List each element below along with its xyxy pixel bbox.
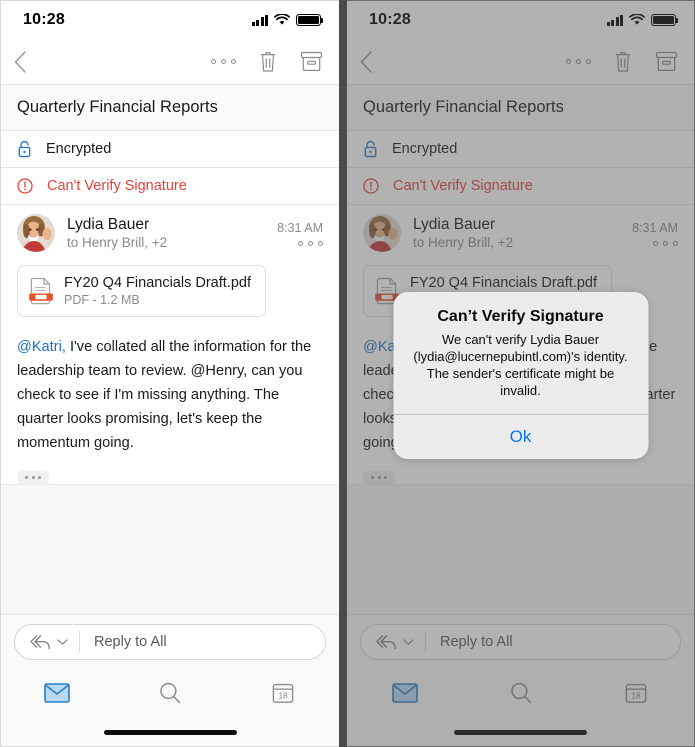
attachment-meta: PDF - 1.2 MB bbox=[64, 293, 140, 307]
pdf-file-icon bbox=[29, 277, 53, 305]
message-body: @Katri, I've collated all the informatio… bbox=[17, 335, 323, 455]
phone-panel-left: 10:28 Quarterly Financial Reports Encryp… bbox=[0, 0, 339, 747]
message-body-area: @Katri, I've collated all the informatio… bbox=[1, 325, 339, 484]
encrypted-label: Encrypted bbox=[46, 141, 112, 157]
tab-calendar[interactable]: 18 bbox=[226, 682, 339, 704]
page-title: Quarterly Financial Reports bbox=[1, 85, 339, 131]
lock-icon bbox=[18, 140, 31, 158]
archive-icon[interactable] bbox=[300, 50, 323, 73]
sender-recipients: to Henry Brill, +2 bbox=[67, 235, 168, 250]
status-clock: 10:28 bbox=[23, 11, 65, 28]
chevron-left-icon bbox=[14, 50, 26, 73]
svg-text:18: 18 bbox=[278, 691, 288, 701]
attachment-name: FY20 Q4 Financials Draft.pdf bbox=[64, 275, 251, 291]
sender-name: Lydia Bauer bbox=[67, 216, 150, 233]
tab-mail[interactable] bbox=[1, 683, 114, 703]
battery-full-icon bbox=[296, 14, 324, 26]
status-icons bbox=[251, 14, 324, 26]
message-time: 8:31 AM bbox=[277, 220, 323, 235]
cellular-signal-icon bbox=[251, 14, 268, 26]
dialog-ok-button[interactable]: Ok bbox=[393, 415, 648, 459]
dialog-body: Can’t Verify Signature We can't verify L… bbox=[393, 292, 648, 414]
reply-all-icon bbox=[30, 634, 50, 649]
attachment-area: FY20 Q4 Financials Draft.pdf PDF - 1.2 M… bbox=[1, 261, 339, 325]
expand-quoted-text-button[interactable] bbox=[17, 471, 49, 484]
body-filler bbox=[1, 484, 339, 614]
panel-divider bbox=[339, 0, 347, 747]
signature-alert-dialog: Can’t Verify Signature We can't verify L… bbox=[393, 292, 648, 459]
avatar-photo bbox=[17, 214, 55, 252]
avatar[interactable] bbox=[17, 214, 55, 252]
back-button[interactable] bbox=[13, 49, 39, 75]
sender-row[interactable]: Lydia Bauer to Henry Brill, +2 8:31 AM bbox=[1, 205, 339, 261]
home-indicator bbox=[1, 718, 339, 746]
attachment-info: FY20 Q4 Financials Draft.pdf PDF - 1.2 M… bbox=[64, 274, 251, 308]
signature-warning-banner[interactable]: Can't Verify Signature bbox=[1, 168, 339, 205]
tab-search[interactable] bbox=[114, 681, 227, 705]
nav-actions bbox=[211, 50, 323, 73]
reply-input-pill[interactable]: Reply to All bbox=[14, 623, 326, 660]
reply-mode-selector[interactable] bbox=[15, 632, 79, 652]
more-horizontal-icon[interactable] bbox=[211, 59, 236, 64]
dialog-message: We can't verify Lydia Bauer (lydia@lucer… bbox=[413, 332, 628, 398]
more-horizontal-icon[interactable] bbox=[298, 240, 323, 246]
tab-bar: 18 bbox=[1, 668, 339, 718]
sender-right: 8:31 AM bbox=[277, 221, 323, 246]
trash-icon[interactable] bbox=[258, 50, 278, 73]
signature-warning-label: Can't Verify Signature bbox=[47, 178, 187, 194]
exclamation-circle-icon bbox=[17, 178, 33, 194]
wifi-icon bbox=[274, 14, 290, 25]
phone-panel-right: 10:28 Quarterly Financial Reports Encryp… bbox=[347, 0, 695, 747]
message-body-text: I've collated all the information for th… bbox=[17, 339, 312, 451]
nav-toolbar bbox=[1, 39, 339, 85]
encrypted-banner[interactable]: Encrypted bbox=[1, 131, 339, 168]
envelope-icon bbox=[44, 683, 71, 703]
calendar-icon: 18 bbox=[272, 683, 293, 703]
screenshot-stage: 10:28 Quarterly Financial Reports Encryp… bbox=[0, 0, 695, 747]
dialog-title: Can’t Verify Signature bbox=[437, 308, 604, 325]
status-bar: 10:28 bbox=[1, 1, 339, 39]
reply-bar: Reply to All bbox=[1, 614, 339, 668]
mention-link[interactable]: @Katri, bbox=[17, 339, 66, 355]
mail-message-screen: 10:28 Quarterly Financial Reports Encryp… bbox=[1, 1, 339, 746]
attachment-card[interactable]: FY20 Q4 Financials Draft.pdf PDF - 1.2 M… bbox=[17, 265, 266, 317]
chevron-down-icon bbox=[57, 638, 68, 645]
reply-input[interactable]: Reply to All bbox=[80, 634, 167, 650]
sender-meta: Lydia Bauer to Henry Brill, +2 bbox=[67, 215, 277, 251]
magnifier-icon bbox=[160, 682, 181, 704]
